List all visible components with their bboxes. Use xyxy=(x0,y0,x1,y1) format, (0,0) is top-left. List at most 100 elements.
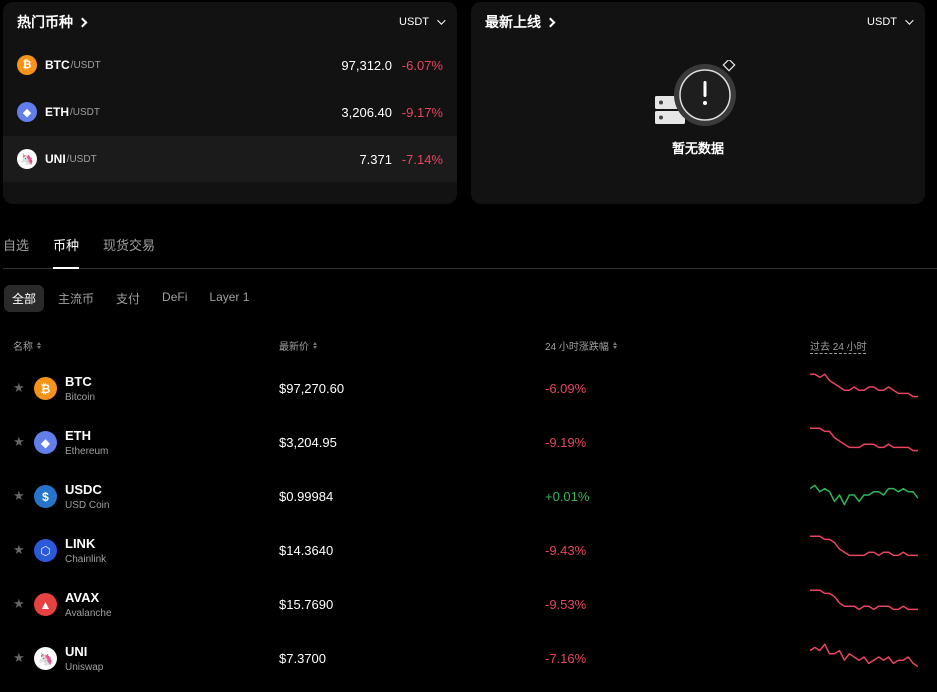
sparkline-chart xyxy=(810,643,918,668)
new-listings-header: 最新上线 USDT xyxy=(485,12,914,32)
category-chip[interactable]: DeFi xyxy=(154,285,195,312)
new-listings-card: 最新上线 USDT 暂无数据 xyxy=(471,2,925,204)
coin-name: Chainlink xyxy=(65,554,107,565)
hot-coin-quote: /USDT xyxy=(70,106,100,118)
sparkline-chart xyxy=(810,589,918,611)
category-chip[interactable]: Layer 1 xyxy=(201,285,257,312)
hot-coin-price: 7.371 xyxy=(359,151,392,167)
coin-price: $15.7690 xyxy=(279,597,334,612)
table-row[interactable]: ★ $ USDC USD Coin $0.99984 +0.01% xyxy=(0,469,937,523)
hot-coin-row[interactable]: ₿ BTC/USDT 97,312.0 -6.07% xyxy=(3,42,457,88)
header-change[interactable]: 24 小时涨跌幅 xyxy=(545,338,617,353)
sparkline-chart xyxy=(810,373,918,398)
header-spark: 过去 24 小时 xyxy=(810,338,867,353)
table-row[interactable]: ★ ◆ ETH Ethereum $3,204.95 -9.19% xyxy=(0,415,937,469)
favorite-star-icon[interactable]: ★ xyxy=(13,434,25,450)
chevron-right-icon xyxy=(77,17,88,27)
uniswap-icon: 🦄 xyxy=(34,647,57,670)
header-spark-label: 过去 24 小时 xyxy=(810,342,867,353)
coin-price: $97,270.60 xyxy=(279,381,345,396)
coin-change: +0.01% xyxy=(545,489,590,504)
hot-coin-quote: /USDT xyxy=(70,59,101,71)
hot-coins-header: 热门币种 USDT xyxy=(17,12,446,32)
tab-0[interactable]: 自选 xyxy=(3,236,29,269)
hot-coin-change: -9.17% xyxy=(401,104,443,120)
hot-coin-change: -7.14% xyxy=(401,151,443,167)
new-listings-title: 最新上线 xyxy=(485,14,541,30)
hot-coin-symbol: UNI xyxy=(45,152,66,166)
favorite-star-icon[interactable]: ★ xyxy=(13,542,25,558)
table-row[interactable]: ★ ▲ AVAX Avalanche $15.7690 -9.53% xyxy=(0,577,937,631)
sparkline-line xyxy=(810,373,918,398)
category-chips: 全部 主流币 支付 DeFi Layer 1 xyxy=(4,285,257,312)
coin-symbol: USDC xyxy=(65,482,102,497)
header-price[interactable]: 最新价 xyxy=(279,338,317,353)
category-chip[interactable]: 主流币 xyxy=(50,285,102,312)
sparkline-chart xyxy=(810,484,918,506)
market-tabs: 自选 币种 现货交易 xyxy=(3,236,937,269)
favorite-star-icon[interactable]: ★ xyxy=(13,488,25,504)
table-row[interactable]: ★ ₿ BTC Bitcoin $97,270.60 -6.09% xyxy=(0,361,937,415)
table-row[interactable]: ★ 🦄 UNI Uniswap $7.3700 -7.16% xyxy=(0,631,937,685)
new-quote-select[interactable]: USDT xyxy=(867,16,914,28)
coin-change: -9.53% xyxy=(545,597,587,612)
coin-symbol: UNI xyxy=(65,644,88,659)
sparkline-line xyxy=(810,589,918,611)
sparkline-line xyxy=(810,643,918,668)
empty-state: 暂无数据 xyxy=(471,60,925,157)
new-listings-title-link[interactable]: 最新上线 xyxy=(485,12,556,32)
hot-coin-price: 97,312.0 xyxy=(341,57,392,73)
new-quote-select-value: USDT xyxy=(867,16,897,28)
ethereum-icon: ◆ xyxy=(34,431,57,454)
empty-text: 暂无数据 xyxy=(671,141,724,156)
hot-coin-row[interactable]: 🦄 UNI/USDT 7.371 -7.14% xyxy=(3,136,457,182)
coin-name: USD Coin xyxy=(65,500,110,511)
coin-symbol: ETH xyxy=(65,428,91,443)
coin-name: Avalanche xyxy=(65,608,112,619)
sort-icon xyxy=(612,342,617,349)
table-row[interactable]: ★ ⬡ LINK Chainlink $14.3640 -9.43% xyxy=(0,523,937,577)
hot-coin-price: 3,206.40 xyxy=(341,104,392,120)
chevron-down-icon xyxy=(905,16,914,25)
coin-price: $7.3700 xyxy=(279,651,326,666)
hot-quote-select[interactable]: USDT xyxy=(399,16,446,28)
category-chip[interactable]: 支付 xyxy=(108,285,148,312)
sparkline-chart xyxy=(810,427,918,452)
coin-change: -9.43% xyxy=(545,543,587,558)
hot-quote-select-value: USDT xyxy=(399,16,429,28)
coin-price: $3,204.95 xyxy=(279,435,337,450)
hot-coin-symbol: ETH xyxy=(45,105,69,119)
sort-icon xyxy=(313,342,317,349)
tab-2[interactable]: 现货交易 xyxy=(103,236,155,269)
coin-name: Ethereum xyxy=(65,446,109,457)
chevron-right-icon xyxy=(545,17,556,27)
coin-change: -6.09% xyxy=(545,381,587,396)
bitcoin-icon: ₿ xyxy=(17,55,37,75)
chevron-down-icon xyxy=(437,16,446,25)
hot-coin-change: -6.07% xyxy=(401,57,443,73)
chainlink-icon: ⬡ xyxy=(34,539,57,562)
tab-1[interactable]: 币种 xyxy=(53,236,80,269)
sparkline-chart xyxy=(810,535,918,557)
coin-price: $14.3640 xyxy=(279,543,334,558)
hot-coin-row[interactable]: ◆ ETH/USDT 3,206.40 -9.17% xyxy=(3,89,457,135)
usdc-icon: $ xyxy=(34,485,57,508)
header-name[interactable]: 名称 xyxy=(13,338,41,353)
coin-change: -9.19% xyxy=(545,435,587,450)
uniswap-icon: 🦄 xyxy=(17,149,37,169)
coin-symbol: AVAX xyxy=(65,590,100,605)
header-price-label: 最新价 xyxy=(279,342,309,353)
header-name-label: 名称 xyxy=(13,342,33,353)
hot-coins-title-link[interactable]: 热门币种 xyxy=(17,12,88,32)
favorite-star-icon[interactable]: ★ xyxy=(13,596,25,612)
sparkline-line xyxy=(810,427,918,452)
hot-coins-card: 热门币种 USDT ₿ BTC/USDT 97,312.0 -6.07% ◆ ETH/US… xyxy=(3,2,457,204)
category-chip[interactable]: 全部 xyxy=(4,285,45,312)
coin-price: $0.99984 xyxy=(279,489,334,504)
coin-symbol: LINK xyxy=(65,536,96,551)
sparkline-line xyxy=(810,535,918,557)
header-change-label: 24 小时涨跌幅 xyxy=(545,342,609,353)
coin-name: Uniswap xyxy=(65,662,104,673)
favorite-star-icon[interactable]: ★ xyxy=(13,380,25,396)
favorite-star-icon[interactable]: ★ xyxy=(13,650,25,666)
